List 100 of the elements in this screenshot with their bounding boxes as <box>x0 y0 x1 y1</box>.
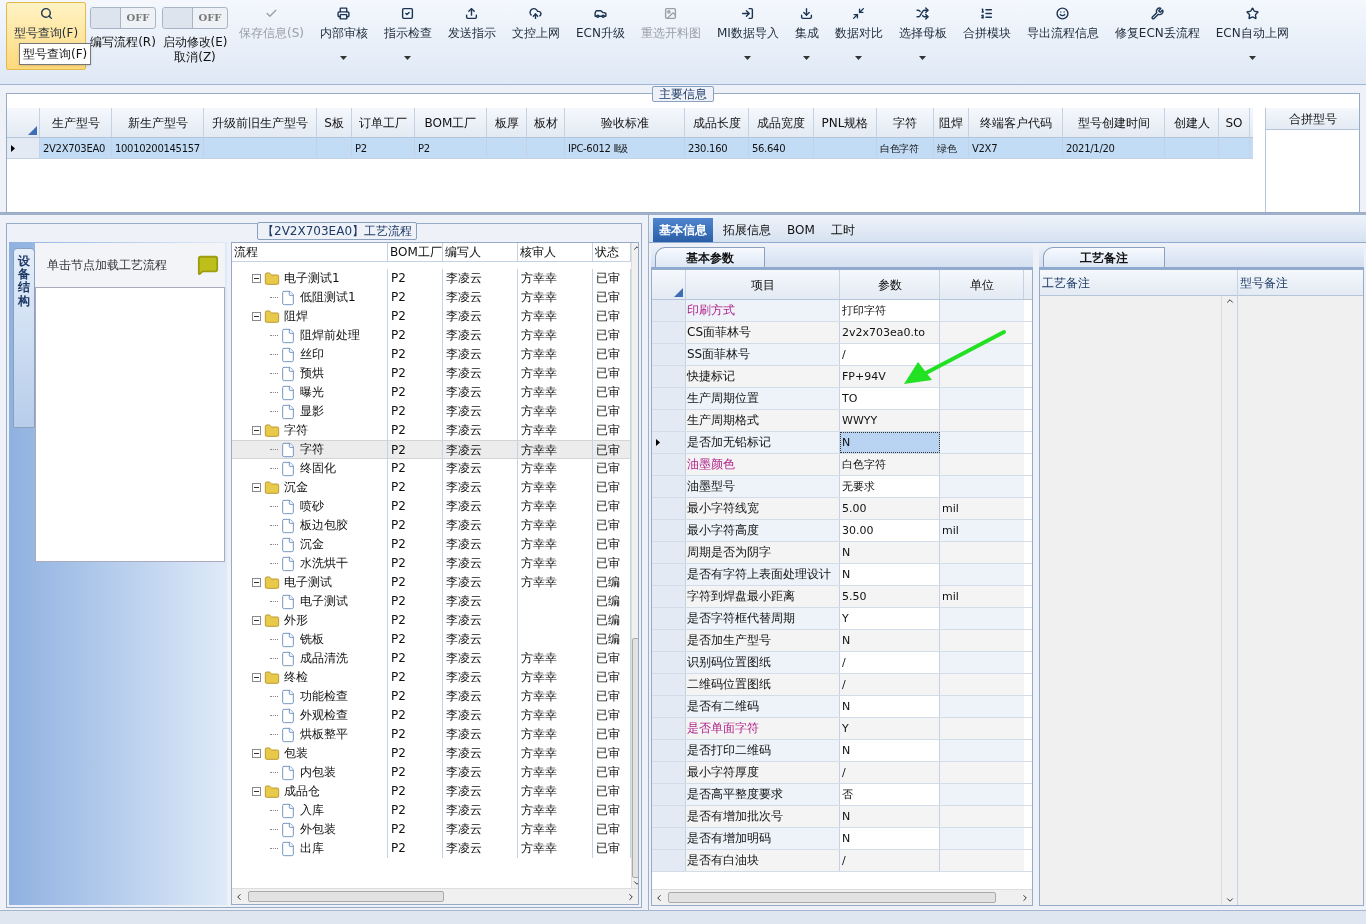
param-value[interactable]: 无要求 <box>840 476 940 497</box>
param-value[interactable]: N <box>840 542 940 563</box>
tree-row[interactable]: 成品清洗 P2 李凌云 方幸幸 已审 <box>232 649 631 668</box>
column-header[interactable]: 终端客户代码 <box>969 108 1063 137</box>
toolbar-button[interactable]: 文控上网 <box>505 2 567 70</box>
param-value[interactable]: Y <box>840 608 940 629</box>
tree-row[interactable]: 板边包胶 P2 李凌云 方幸幸 已审 <box>232 516 631 535</box>
tree-row[interactable]: 铣板 P2 李凌云 已编 <box>232 630 631 649</box>
scroll-left-icon[interactable] <box>654 892 664 903</box>
column-header[interactable]: 板厚 <box>487 108 527 137</box>
column-header[interactable]: PNL规格 <box>814 108 877 137</box>
toolbar-button[interactable]: 选择母板 <box>891 2 954 70</box>
tree-row[interactable]: 成品仓 P2 李凌云 方幸幸 已审 <box>232 782 631 801</box>
column-header[interactable]: 参数 <box>840 270 940 299</box>
tree-row[interactable]: 沉金 P2 李凌云 方幸幸 已审 <box>232 478 631 497</box>
toolbar-button[interactable]: 发送指示 <box>441 2 503 70</box>
param-value[interactable]: N <box>840 564 940 585</box>
toolbar-button[interactable]: 合拼模块 <box>955 2 1018 70</box>
column-header[interactable]: 合拼型号 <box>1266 108 1359 130</box>
scroll-right-icon[interactable] <box>626 891 636 902</box>
param-value[interactable]: 打印字符 <box>840 300 940 321</box>
toggle-switch[interactable]: OFF <box>162 7 228 29</box>
collapse-toggle[interactable] <box>252 787 261 796</box>
param-value[interactable]: N <box>840 828 940 849</box>
side-tab[interactable]: 设备结构 <box>13 248 35 428</box>
param-value[interactable]: 5.00 <box>840 498 940 519</box>
toolbar-button[interactable]: 指示检查 <box>377 2 439 70</box>
column-header[interactable]: 流程 <box>232 243 388 261</box>
tree-row[interactable]: 字符 P2 李凌云 方幸幸 已审 <box>232 440 631 459</box>
toolbar-button[interactable]: 集成 <box>787 2 826 70</box>
tab[interactable]: 工时 <box>824 218 861 242</box>
tree-row[interactable]: 外包装 P2 李凌云 方幸幸 已审 <box>232 820 631 839</box>
tree-row[interactable]: 烘板整平 P2 李凌云 方幸幸 已审 <box>232 725 631 744</box>
param-value[interactable]: / <box>840 344 940 365</box>
column-header[interactable]: 项目 <box>686 270 840 299</box>
tree-row[interactable]: 预烘 P2 李凌云 方幸幸 已审 <box>232 364 631 383</box>
scroll-down-icon[interactable] <box>1224 895 1235 905</box>
param-value[interactable]: / <box>840 850 940 871</box>
scroll-right-icon[interactable] <box>1020 892 1030 903</box>
tree-row[interactable]: 曝光 P2 李凌云 方幸幸 已审 <box>232 383 631 402</box>
tree-row[interactable]: 低阻测试1 P2 李凌云 方幸幸 已审 <box>232 288 631 307</box>
tree-row[interactable]: 包装 P2 李凌云 方幸幸 已审 <box>232 744 631 763</box>
column-header[interactable]: 型号创建时间 <box>1063 108 1165 137</box>
collapse-toggle[interactable] <box>252 426 261 435</box>
param-value[interactable]: 30.00 <box>840 520 940 541</box>
collapse-toggle[interactable] <box>252 483 261 492</box>
tree-row[interactable]: 阻焊 P2 李凌云 方幸幸 已审 <box>232 307 631 326</box>
param-value[interactable]: 5.50 <box>840 586 940 607</box>
tab[interactable]: 基本信息 <box>653 218 713 242</box>
column-header[interactable]: 阻焊 <box>934 108 969 137</box>
param-value[interactable]: N <box>840 806 940 827</box>
collapse-toggle[interactable] <box>252 274 261 283</box>
column-header[interactable]: S板 <box>317 108 352 137</box>
column-header[interactable]: 成品长度 <box>685 108 749 137</box>
column-header[interactable]: 板材 <box>527 108 565 137</box>
collapse-toggle[interactable] <box>252 749 261 758</box>
tree-row[interactable]: 沉金 P2 李凌云 方幸幸 已审 <box>232 535 631 554</box>
column-header[interactable]: 订单工厂 <box>352 108 415 137</box>
panel-tab[interactable]: 工艺备注 <box>1043 247 1165 267</box>
toolbar-button[interactable]: ECN升级 <box>569 2 632 70</box>
collapse-toggle[interactable] <box>252 616 261 625</box>
column-header[interactable]: 字符 <box>877 108 934 137</box>
tree-row[interactable]: 电子测试 P2 李凌云 方幸幸 已编 <box>232 573 631 592</box>
param-value[interactable]: N <box>840 740 940 761</box>
column-header[interactable]: 工艺备注 <box>1040 270 1237 296</box>
tree-row[interactable]: 水洗烘干 P2 李凌云 方幸幸 已审 <box>232 554 631 573</box>
collapse-toggle[interactable] <box>252 578 261 587</box>
column-header[interactable]: 型号备注 <box>1238 270 1363 296</box>
toolbar-button[interactable]: 内部审核 <box>313 2 375 70</box>
toolbar-button[interactable]: 导出流程信息 <box>1019 2 1106 70</box>
scroll-up-icon[interactable] <box>1224 296 1235 306</box>
column-header[interactable]: BOM工厂 <box>415 108 487 137</box>
tree-row[interactable]: 显影 P2 李凌云 方幸幸 已审 <box>232 402 631 421</box>
panel-tab[interactable]: 基本参数 <box>655 247 765 267</box>
column-header[interactable]: 核审人 <box>518 243 593 261</box>
tab[interactable]: 拓展信息 <box>717 218 777 242</box>
row-header[interactable] <box>652 432 686 453</box>
tree-row[interactable]: 终固化 P2 李凌云 方幸幸 已审 <box>232 459 631 478</box>
param-value[interactable]: Y <box>840 718 940 739</box>
param-value[interactable]: 否 <box>840 784 940 805</box>
param-value[interactable]: N <box>840 630 940 651</box>
param-value[interactable]: N <box>840 696 940 717</box>
param-value[interactable]: N <box>840 432 940 453</box>
param-value[interactable]: / <box>840 674 940 695</box>
tree-row[interactable]: 喷砂 P2 李凌云 方幸幸 已审 <box>232 497 631 516</box>
column-header[interactable]: 验收标准 <box>565 108 685 137</box>
horizontal-scrollbar[interactable] <box>232 888 638 904</box>
column-header[interactable]: SO <box>1219 108 1250 137</box>
column-header[interactable]: 成品宽度 <box>749 108 814 137</box>
toggle-switch[interactable]: OFF <box>90 7 156 29</box>
column-header[interactable]: 编写人 <box>443 243 518 261</box>
param-value[interactable]: WWYY <box>840 410 940 431</box>
horizontal-scrollbar[interactable] <box>652 889 1032 905</box>
collapse-toggle[interactable] <box>252 312 261 321</box>
tree-row[interactable]: 丝印 P2 李凌云 方幸幸 已审 <box>232 345 631 364</box>
tree-row[interactable]: 外形 P2 李凌云 已编 <box>232 611 631 630</box>
collapse-toggle[interactable] <box>252 673 261 682</box>
toolbar-button[interactable]: 数据对比 <box>827 2 890 70</box>
tree-row[interactable]: 入库 P2 李凌云 方幸幸 已审 <box>232 801 631 820</box>
table-row[interactable]: 2V2X703EA0 10010200145157 P2 P2 IPC-6012 Ⅱ级 230.160 56.640 白色字符 绿色 V2X7 2021/1/20 <box>7 138 1253 159</box>
